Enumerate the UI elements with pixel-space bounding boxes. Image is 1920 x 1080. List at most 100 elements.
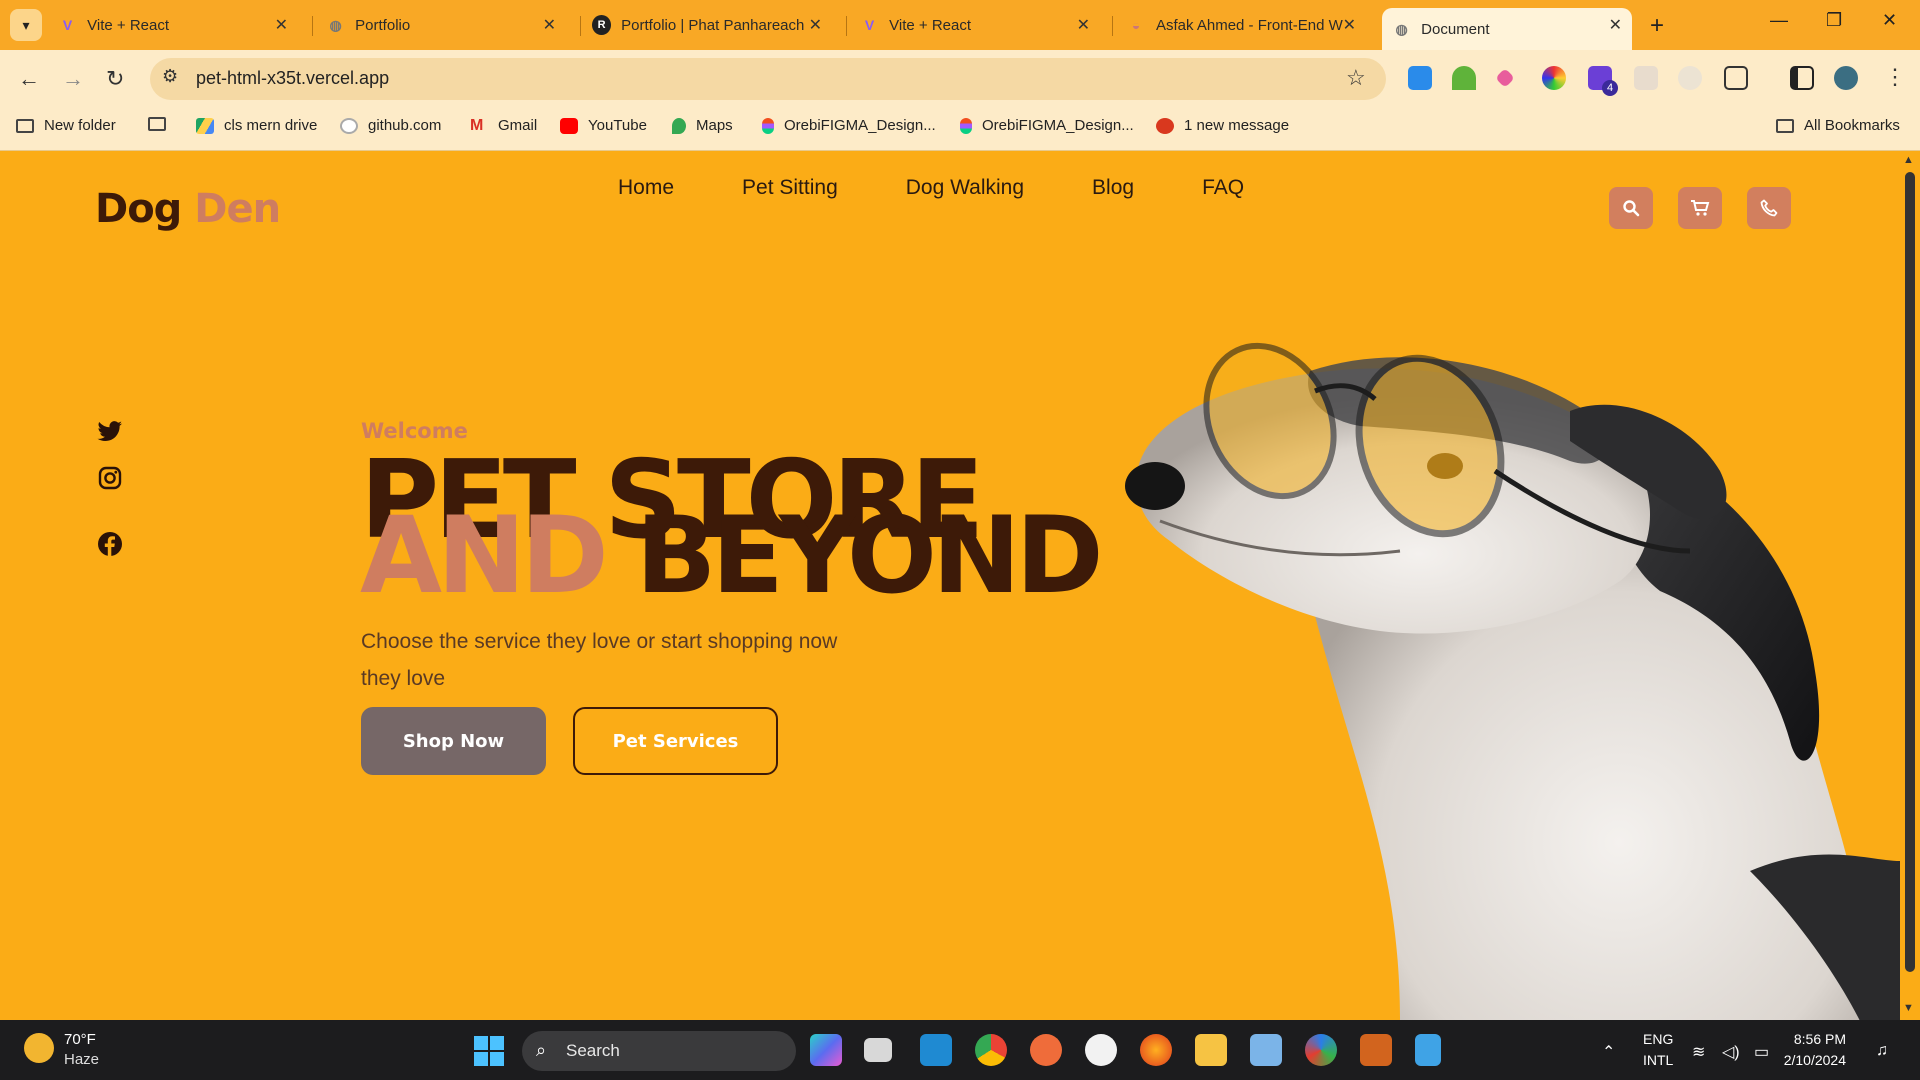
nav-blog[interactable]: Blog xyxy=(1092,176,1134,200)
hero-subtext: Choose the service they love or start sh… xyxy=(361,630,838,690)
minimize-button[interactable]: — xyxy=(1770,10,1788,31)
bookmark-folder[interactable] xyxy=(148,117,176,131)
notepad-icon[interactable] xyxy=(1415,1034,1441,1066)
notification-bell-icon[interactable]: ♫ xyxy=(1876,1042,1888,1060)
new-tab-button[interactable]: + xyxy=(1650,12,1664,40)
edge-icon[interactable] xyxy=(1305,1034,1337,1066)
light-extension-icon[interactable] xyxy=(1678,66,1702,90)
side-panel-icon[interactable] xyxy=(1790,66,1814,90)
search-icon xyxy=(1623,200,1640,217)
tab-asfak[interactable]: ◒ Asfak Ahmed - Front-End W ✕ xyxy=(1126,8,1366,42)
tab-portfolio[interactable]: ◍ Portfolio ✕ xyxy=(326,8,566,42)
tab-search-button[interactable]: ▾ xyxy=(10,9,42,41)
phone-icon xyxy=(1760,199,1778,217)
facebook-link[interactable] xyxy=(97,531,123,557)
clock-time[interactable]: 8:56 PM xyxy=(1776,1031,1846,1047)
bookmark-figma-1[interactable]: OrebiFIGMA_Design... xyxy=(762,117,936,134)
url-text[interactable]: pet-html-x35t.vercel.app xyxy=(196,68,389,89)
twitter-link[interactable] xyxy=(97,419,123,445)
bookmark-star-icon[interactable]: ☆ xyxy=(1346,65,1366,91)
close-tab-icon[interactable]: ✕ xyxy=(543,15,556,35)
close-tab-icon[interactable]: ✕ xyxy=(1343,15,1356,35)
bookmark-youtube[interactable]: YouTube xyxy=(560,117,647,134)
close-tab-icon[interactable]: ✕ xyxy=(809,15,822,35)
nav-dog-walking[interactable]: Dog Walking xyxy=(906,176,1024,200)
instagram-link[interactable] xyxy=(97,465,123,491)
bookmark-maps[interactable]: Maps xyxy=(672,117,733,134)
language-indicator[interactable]: ENG xyxy=(1643,1031,1673,1047)
clock-date[interactable]: 2/10/2024 xyxy=(1776,1052,1846,1068)
task-view-icon[interactable] xyxy=(864,1038,892,1062)
weather-icon[interactable] xyxy=(24,1033,54,1063)
tab-portfolio-phat[interactable]: R Portfolio | Phat Panhareach ✕ xyxy=(592,8,832,42)
folder-icon xyxy=(1776,118,1794,133)
image-viewer-icon[interactable] xyxy=(1250,1034,1282,1066)
scroll-up-arrow-icon[interactable]: ▲ xyxy=(1903,154,1914,166)
nav-pet-sitting[interactable]: Pet Sitting xyxy=(742,176,838,200)
folder-icon xyxy=(16,118,34,133)
instagram-icon xyxy=(98,466,122,490)
hero-title-accent: AND xyxy=(360,494,609,617)
site-logo[interactable]: Dog Den xyxy=(95,186,281,232)
close-tab-icon[interactable]: ✕ xyxy=(1077,15,1090,35)
bookmark-new-folder[interactable]: New folder xyxy=(16,117,116,134)
scrollbar-thumb[interactable] xyxy=(1905,172,1915,972)
nav-home[interactable]: Home xyxy=(618,176,674,200)
all-bookmarks[interactable]: All Bookmarks xyxy=(1776,117,1900,134)
show-hidden-icons-icon[interactable]: ⌃ xyxy=(1602,1042,1615,1062)
tab-vite-react-2[interactable]: V Vite + React ✕ xyxy=(860,8,1100,42)
extensions-puzzle-icon[interactable] xyxy=(1724,66,1748,90)
forward-button[interactable]: → xyxy=(62,66,84,92)
color-extension-icon[interactable] xyxy=(1542,66,1566,90)
profile-avatar[interactable] xyxy=(1834,66,1858,90)
nav-faq[interactable]: FAQ xyxy=(1202,176,1244,200)
postman-icon[interactable] xyxy=(1030,1034,1062,1066)
tab-document[interactable]: ◍ Document ✕ xyxy=(1382,8,1632,50)
firefox-icon[interactable] xyxy=(1140,1034,1172,1066)
bookmark-gmail[interactable]: M Gmail xyxy=(470,117,537,134)
site-info-icon[interactable]: ⚙ xyxy=(162,66,178,87)
bookmark-figma-2[interactable]: OrebiFIGMA_Design... xyxy=(960,117,1134,134)
windows-logo-icon xyxy=(490,1036,504,1050)
mongodb-compass-icon[interactable] xyxy=(1085,1034,1117,1066)
r-logo-icon: R xyxy=(592,15,612,35)
windows-logo-icon xyxy=(474,1052,488,1066)
maps-icon xyxy=(672,117,686,134)
vscode-icon[interactable] xyxy=(920,1034,952,1066)
weather-temperature[interactable]: 70°F xyxy=(64,1031,96,1048)
back-button[interactable]: ← xyxy=(18,66,40,92)
extension-with-badge-icon[interactable]: 4 xyxy=(1588,66,1618,96)
reload-button[interactable]: ↻ xyxy=(106,66,124,92)
taskbar xyxy=(0,1020,1920,1080)
volume-icon[interactable]: ◁) xyxy=(1722,1042,1740,1062)
grey-extension-icon[interactable] xyxy=(1634,66,1658,90)
keyboard-layout-indicator[interactable]: INTL xyxy=(1643,1052,1673,1068)
copilot-icon[interactable] xyxy=(810,1034,842,1066)
pet-services-button[interactable]: Pet Services xyxy=(573,707,778,775)
close-tab-icon[interactable]: ✕ xyxy=(1609,15,1622,35)
chrome-icon[interactable] xyxy=(975,1034,1007,1066)
weather-condition[interactable]: Haze xyxy=(64,1051,99,1068)
wifi-icon[interactable]: ≋ xyxy=(1692,1042,1705,1062)
bookmark-cls-mern-drive[interactable]: cls mern drive xyxy=(196,117,317,134)
tab-vite-react-1[interactable]: V Vite + React ✕ xyxy=(58,8,298,42)
bookmark-github[interactable]: github.com xyxy=(340,117,441,134)
start-button[interactable] xyxy=(474,1036,504,1066)
green-extension-icon[interactable] xyxy=(1452,66,1476,90)
restore-button[interactable]: ❐ xyxy=(1826,10,1842,31)
taskbar-search[interactable] xyxy=(522,1031,796,1071)
scroll-down-arrow-icon[interactable]: ▼ xyxy=(1903,1002,1914,1014)
close-window-button[interactable]: ✕ xyxy=(1882,10,1897,31)
bookmark-new-message[interactable]: 1 new message xyxy=(1156,117,1289,134)
battery-icon[interactable]: ▭ xyxy=(1754,1042,1769,1062)
more-menu-icon[interactable]: ⋮ xyxy=(1884,64,1906,90)
shop-now-button[interactable]: Shop Now xyxy=(361,707,546,775)
file-explorer-icon[interactable] xyxy=(1195,1034,1227,1066)
main-nav: Home Pet Sitting Dog Walking Blog FAQ xyxy=(618,176,1312,200)
cart-icon xyxy=(1691,200,1710,216)
close-tab-icon[interactable]: ✕ xyxy=(275,15,288,35)
download-extension-icon[interactable] xyxy=(1408,66,1432,90)
taskbar-search-label[interactable]: Search xyxy=(566,1041,620,1061)
folder-icon xyxy=(148,117,166,131)
office-app-icon[interactable] xyxy=(1360,1034,1392,1066)
